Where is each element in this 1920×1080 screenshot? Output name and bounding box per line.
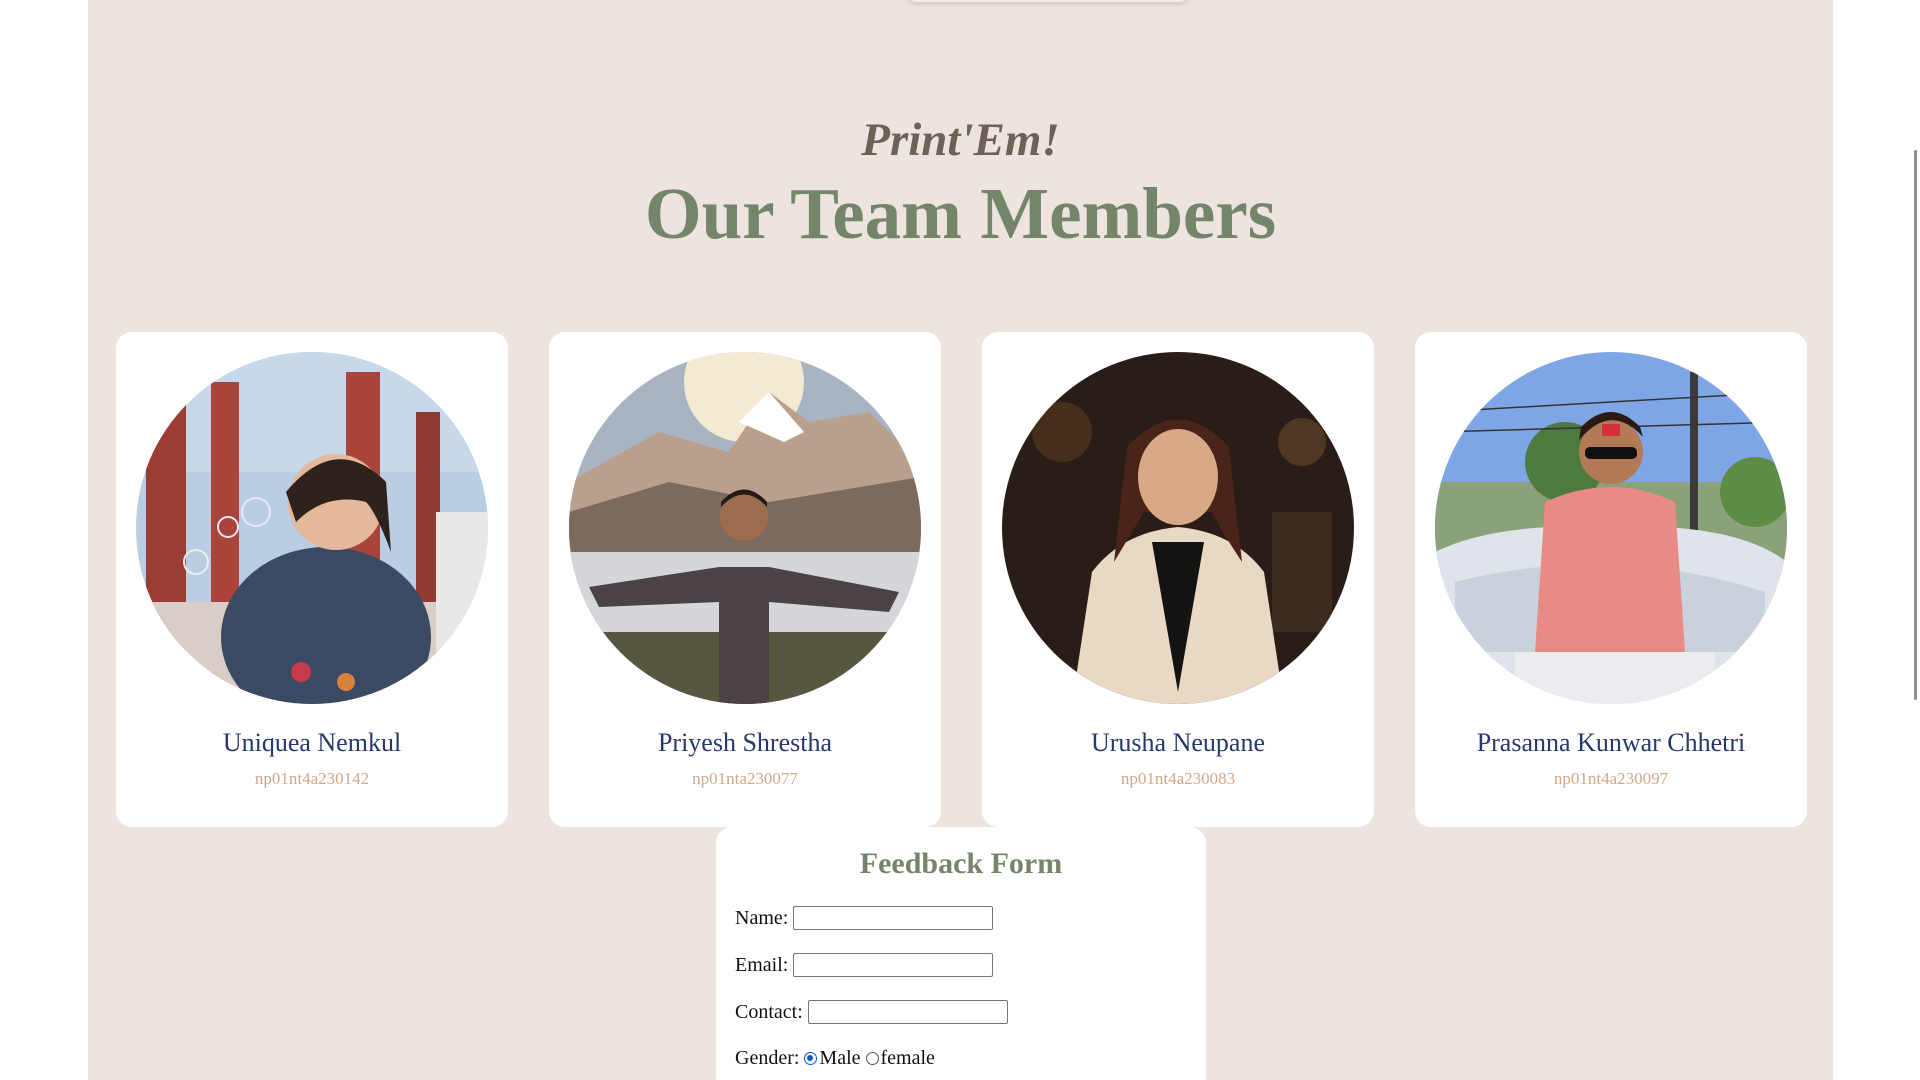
brand-subtitle: Print'Em! <box>861 114 1060 166</box>
name-input[interactable] <box>793 906 994 930</box>
contact-row: Contact: <box>735 1000 1008 1024</box>
member-name: Prasanna Kunwar Chhetri <box>1476 728 1746 757</box>
member-id: np01nta230077 <box>692 769 798 788</box>
email-label: Email: <box>735 953 789 976</box>
team-member-card: Uniquea Nemkul np01nt4a230142 <box>116 332 508 827</box>
member-id: np01nt4a230083 <box>1120 769 1236 788</box>
email-row: Email: <box>735 953 994 977</box>
contact-input[interactable] <box>807 1000 1008 1024</box>
name-row: Name: <box>735 906 994 930</box>
member-photo <box>1002 352 1354 704</box>
team-member-card: Urusha Neupane np01nt4a230083 <box>982 332 1374 827</box>
gender-female-radio[interactable] <box>865 1052 879 1065</box>
member-photo <box>1435 352 1787 704</box>
member-name: Uniquea Nemkul <box>222 728 402 757</box>
gender-label: Gender: <box>735 1047 800 1069</box>
name-label: Name: <box>735 906 789 929</box>
form-title: Feedback Form <box>859 847 1063 880</box>
member-id: np01nt4a230142 <box>254 769 370 788</box>
contact-label: Contact: <box>735 1000 803 1023</box>
gender-male-radio[interactable] <box>804 1052 818 1065</box>
gender-female-label[interactable]: female <box>881 1047 935 1070</box>
team-member-card: Prasanna Kunwar Chhetri np01nt4a230097 <box>1415 332 1807 827</box>
member-name: Urusha Neupane <box>1091 728 1265 757</box>
gender-male-label[interactable]: Male <box>819 1047 860 1070</box>
member-name: Priyesh Shrestha <box>657 728 833 757</box>
member-photo <box>136 352 488 704</box>
email-input[interactable] <box>793 953 994 977</box>
member-photo <box>569 352 921 704</box>
page-container: Print'Em! Our Team Members Uniquea Nemku… <box>88 0 1833 1080</box>
feedback-form: Feedback Form Name: Email: Contact: Gend… <box>716 827 1206 1080</box>
gender-row: Gender: Male female <box>735 1047 935 1070</box>
top-nav-edge <box>908 0 1188 2</box>
member-id: np01nt4a230097 <box>1553 769 1669 788</box>
vertical-scrollbar[interactable] <box>1914 150 1917 700</box>
page-title: Our Team Members <box>644 173 1277 254</box>
team-member-card: Priyesh Shrestha np01nta230077 <box>549 332 941 827</box>
